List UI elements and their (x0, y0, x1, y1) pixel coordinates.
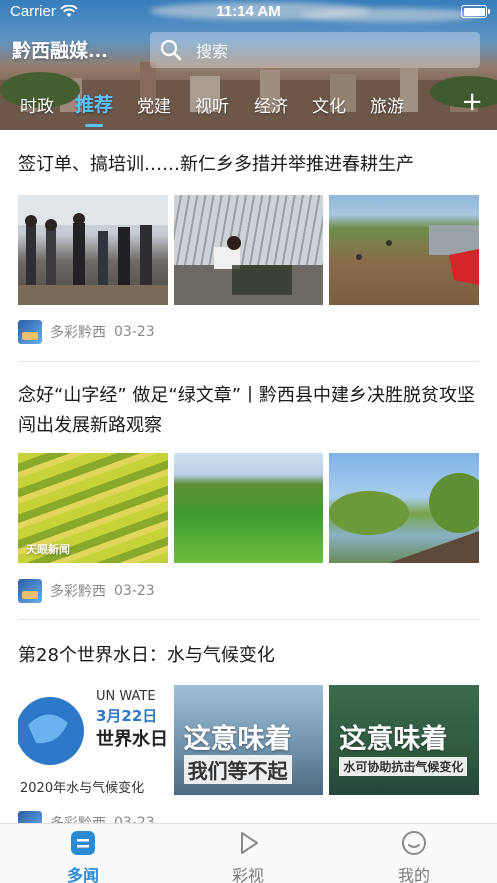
status-bar: Carrier 11:14 AM (0, 0, 497, 24)
article-image[interactable]: 这意味着 我们等不起 (173, 685, 324, 795)
article-image[interactable] (18, 195, 168, 305)
image-text-un: UN WATE (96, 689, 156, 704)
article-image[interactable] (173, 195, 324, 305)
top-bar: 黔西融媒... 搜索 (0, 32, 497, 70)
news-icon (71, 831, 95, 855)
image-text-big: 这意味着 (339, 724, 448, 755)
image-text-date: 3月22日 (96, 707, 158, 725)
battery-icon (461, 5, 490, 18)
nav-label: 多闻 (66, 866, 99, 883)
smile-icon (402, 831, 426, 855)
greenhouse-scene (173, 236, 324, 305)
search-icon (160, 39, 182, 61)
article-date: 03-23 (114, 815, 155, 823)
article-title[interactable]: 签订单、搞培训……新仁乡多措并举推进春耕生产 (18, 150, 478, 180)
article-images[interactable]: UN WATE 3月22日 世界水日 2020年水与气候变化 这意味着 我们等不… (18, 685, 480, 795)
image-caption: 天眼新闻 (26, 543, 70, 556)
tab-shizheng[interactable]: 时政 (20, 92, 54, 117)
image-text-sub: 水可协助抗击气候变化 (339, 757, 468, 776)
play-icon (241, 832, 258, 854)
status-time: 11:14 AM (216, 3, 281, 20)
search-placeholder: 搜索 (196, 42, 229, 61)
article-meta: 多彩黔西 03-23 (18, 579, 155, 603)
tab-jingji[interactable]: 经济 (254, 92, 288, 117)
article-title[interactable]: 第28个世界水日：水与气候变化 (18, 641, 478, 671)
river-scene (329, 473, 480, 563)
news-feed[interactable]: 签订单、搞培训……新仁乡多措并举推进春耕生产 多彩黔西 03-23 念好“山字经… (0, 130, 497, 823)
image-text-sub: 我们等不起 (183, 755, 292, 784)
article-image[interactable] (173, 453, 324, 563)
article-meta: 多彩黔西 03-23 (18, 320, 155, 344)
image-text-theme: 2020年水与气候变化 (20, 781, 145, 795)
nav-label: 我的 (397, 866, 430, 883)
tab-shiting[interactable]: 视听 (195, 92, 229, 117)
search-bar[interactable]: 搜索 (150, 32, 480, 68)
article-date: 03-23 (114, 324, 155, 340)
article-source: 多彩黔西 (50, 325, 106, 341)
nav-duowen[interactable]: 多闻 (23, 828, 143, 883)
tab-dangjian[interactable]: 党建 (137, 92, 171, 117)
category-tabs: 时政 推荐 党建 视听 经济 文化 旅游 + (0, 88, 497, 128)
source-avatar (18, 579, 42, 603)
article-source: 多彩黔西 (50, 813, 106, 823)
article-meta: 多彩黔西 03-23 (18, 811, 155, 823)
divider (18, 619, 479, 620)
article-image[interactable] (329, 453, 480, 563)
article-image[interactable]: 这意味着 水可协助抗击气候变化 (329, 685, 480, 795)
nav-wode[interactable]: 我的 (354, 828, 474, 883)
article-date: 03-23 (114, 583, 155, 599)
bottom-nav: 多闻 彩视 我的 (0, 823, 497, 883)
people-figures (18, 195, 168, 305)
nav-label: 彩视 (231, 866, 264, 883)
article-images[interactable] (18, 195, 480, 305)
tab-tuijian[interactable]: 推荐 (75, 90, 113, 127)
app-title: 黔西融媒... (12, 40, 108, 62)
article-title[interactable]: 念好“山字经” 做足“绿文章”丨黔西县中建乡决胜脱贫攻坚闯出发展新路观察 (18, 381, 478, 441)
image-text-day: 世界水日 (96, 729, 168, 750)
source-avatar (18, 811, 42, 823)
source-avatar (18, 320, 42, 344)
article-image[interactable] (329, 195, 480, 305)
nav-caishi[interactable]: 彩视 (188, 828, 308, 883)
tab-lvyou[interactable]: 旅游 (370, 92, 404, 117)
tab-wenhua[interactable]: 文化 (312, 92, 346, 117)
article-image[interactable]: 天眼新闻 (18, 453, 168, 563)
image-text-big: 这意味着 (183, 724, 292, 755)
article-source: 多彩黔西 (50, 584, 106, 600)
article-image[interactable]: UN WATE 3月22日 世界水日 2020年水与气候变化 (18, 685, 168, 795)
article-images[interactable]: 天眼新闻 (18, 453, 480, 563)
add-tab-button[interactable]: + (461, 88, 483, 116)
field-scene (356, 225, 480, 285)
divider (18, 361, 479, 362)
